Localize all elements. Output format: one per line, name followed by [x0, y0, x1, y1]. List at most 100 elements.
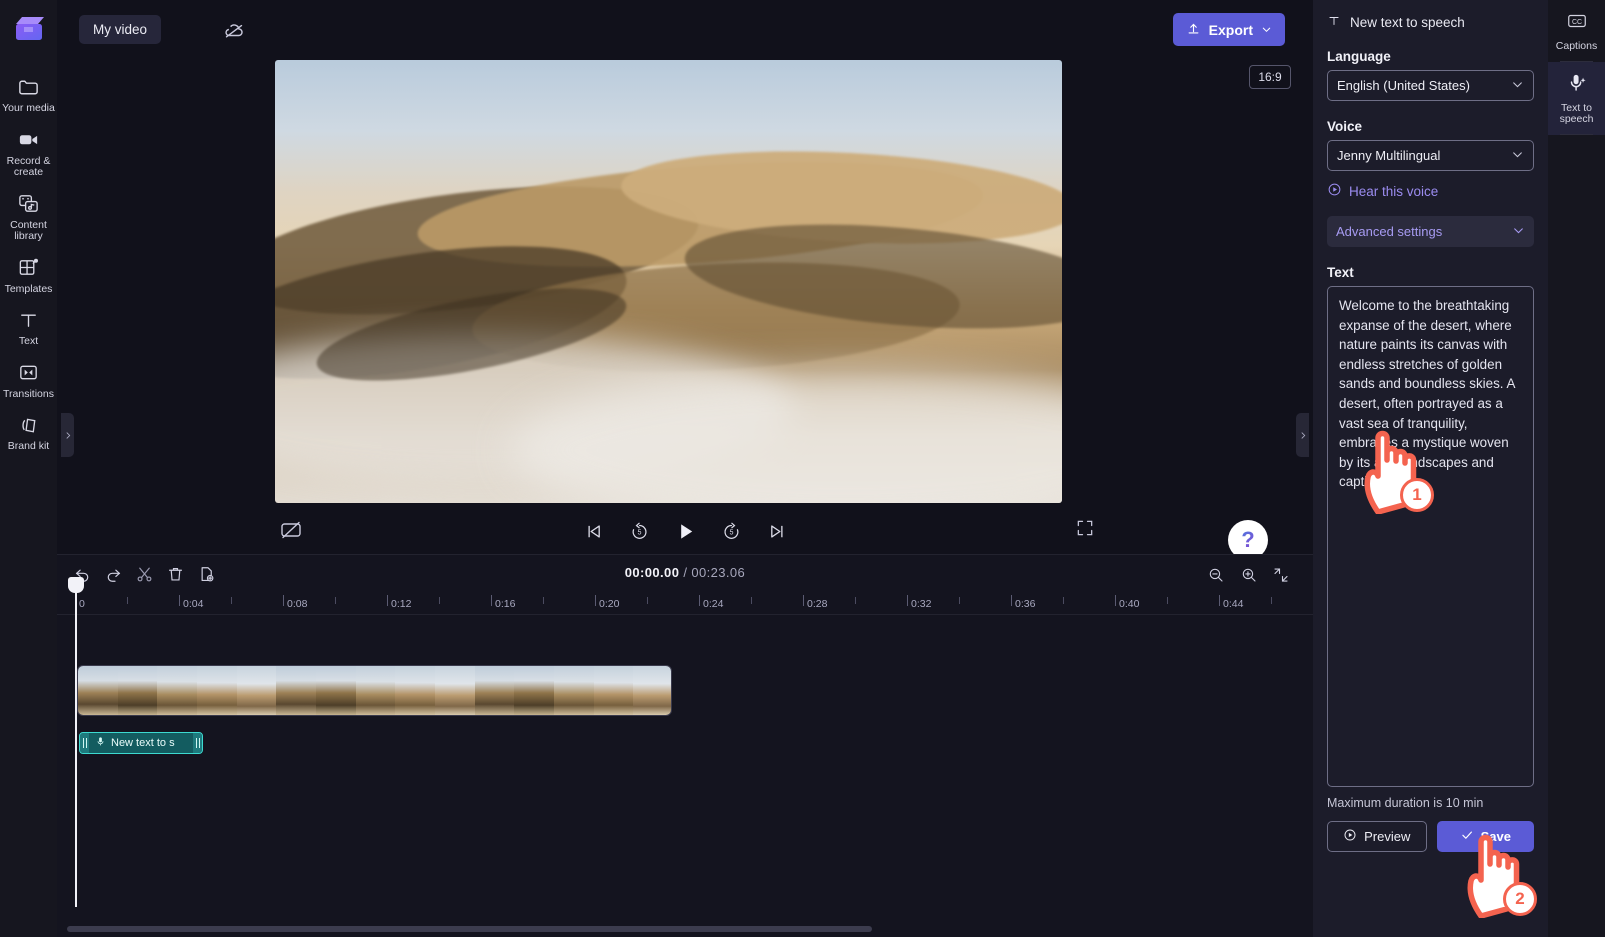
left-sidebar: Your media Record & create Content libra…	[0, 0, 57, 937]
ruler-tick	[491, 595, 492, 606]
right-sidebar: CC Captions Text to speech	[1548, 0, 1605, 937]
sidebar-item-label: Templates	[4, 282, 53, 295]
sidebar-item-captions[interactable]: CC Captions	[1548, 0, 1605, 62]
ruler-tick-minor	[647, 597, 648, 604]
play-button[interactable]	[672, 518, 698, 544]
time-readout: 00:00.00 / 00:23.06	[57, 565, 1313, 580]
ruler-tick	[387, 595, 388, 606]
cloud-off-icon[interactable]	[222, 18, 246, 42]
sidebar-item-transitions[interactable]: Transitions	[0, 354, 57, 407]
clip-thumbnail	[117, 666, 158, 715]
ruler-tick-label: 0:12	[391, 598, 412, 610]
top-toolbar: My video Export	[57, 0, 1313, 58]
zoom-in-button[interactable]	[1236, 562, 1261, 587]
sidebar-item-record-create[interactable]: Record & create	[0, 121, 57, 185]
right-panel-collapse-handle[interactable]	[1296, 413, 1309, 457]
upload-icon	[1186, 21, 1201, 39]
zoom-out-button[interactable]	[1203, 562, 1228, 587]
clip-thumbnail	[276, 666, 316, 715]
clipchamp-editor-window: Your media Record & create Content libra…	[0, 0, 1605, 937]
export-button[interactable]: Export	[1172, 13, 1285, 46]
content-library-icon	[17, 192, 41, 216]
duration-hint: Maximum duration is 10 min	[1327, 796, 1484, 810]
video-preview[interactable]	[275, 60, 1062, 503]
sidebar-item-label: Content library	[10, 218, 47, 242]
video-clip[interactable]	[77, 665, 672, 716]
clip-thumbnail	[514, 666, 554, 715]
transitions-icon	[17, 361, 41, 385]
clip-thumbnail	[474, 666, 515, 715]
clip-thumbnail	[196, 666, 237, 715]
clip-thumbnail	[236, 666, 277, 715]
left-panel-expand-handle[interactable]	[61, 413, 74, 457]
clapperboard-logo[interactable]	[11, 10, 47, 46]
text-input-area[interactable]: Welcome to the breathtaking expanse of t…	[1327, 286, 1534, 787]
timeline-horizontal-scrollbar[interactable]	[67, 926, 872, 932]
preview-button[interactable]: Preview	[1327, 821, 1427, 852]
ruler-tick	[1011, 595, 1012, 606]
svg-text:5: 5	[637, 528, 641, 536]
chevron-down-icon	[1261, 22, 1272, 38]
voice-select[interactable]: Jenny Multilingual	[1327, 140, 1534, 171]
brand-kit-icon	[17, 413, 41, 437]
fit-to-timeline-button[interactable]	[1268, 562, 1293, 587]
panel-title-text: New text to speech	[1350, 15, 1465, 30]
project-name-field[interactable]: My video	[79, 15, 162, 44]
skip-next-icon[interactable]	[764, 518, 790, 544]
cursor-annotation-2: 2	[1463, 828, 1537, 923]
sidebar-item-brand-kit[interactable]: Brand kit	[0, 406, 57, 459]
ruler-tick-minor	[855, 597, 856, 604]
ruler-tick-label: 0:44	[1223, 598, 1244, 610]
ruler-tick-minor	[751, 597, 752, 604]
panel-title: New text to speech	[1327, 0, 1534, 31]
sidebar-item-label: Text to speech	[1559, 101, 1594, 125]
playhead[interactable]	[68, 577, 84, 907]
aspect-ratio-badge[interactable]: 16:9	[1249, 65, 1291, 89]
sidebar-item-templates[interactable]: Templates	[0, 249, 57, 302]
ruler-tick-label: 0:40	[1119, 598, 1140, 610]
sidebar-item-label: Your media	[2, 102, 55, 114]
text-label: Text	[1327, 265, 1354, 280]
ruler-tick-minor	[231, 597, 232, 604]
play-circle-icon	[1327, 182, 1342, 200]
ruler-tick-label: 0:16	[495, 598, 516, 610]
forward-5-icon[interactable]: 5	[718, 518, 744, 544]
sidebar-item-label: Captions	[1555, 40, 1598, 52]
fullscreen-icon[interactable]	[1075, 518, 1101, 544]
clip-trim-handle-left[interactable]	[80, 733, 89, 753]
advanced-settings-toggle[interactable]: Advanced settings	[1327, 216, 1534, 247]
audio-clip-text-to-speech[interactable]: New text to s	[79, 732, 203, 754]
clip-thumbnail	[593, 666, 634, 715]
sidebar-item-your-media[interactable]: Your media	[0, 68, 57, 121]
clip-trim-handle-right[interactable]	[193, 733, 202, 753]
sidebar-item-content-library[interactable]: Content library	[0, 185, 57, 249]
skip-previous-icon[interactable]	[580, 518, 606, 544]
hear-this-voice-button[interactable]: Hear this voice	[1327, 182, 1534, 200]
ruler-tick-label: 0:04	[183, 598, 204, 610]
total-time: 00:23.06	[691, 565, 746, 580]
ruler-tick-label: 0	[79, 598, 85, 610]
clip-thumbnail	[434, 666, 475, 715]
folder-icon	[17, 75, 41, 99]
language-label: Language	[1327, 49, 1391, 64]
sidebar-item-label: Text	[18, 335, 39, 347]
clip-thumbnail	[355, 666, 396, 715]
ruler-tick	[179, 595, 180, 606]
question-mark-icon: ?	[1241, 527, 1255, 552]
timeline-ruler[interactable]: 0 0:04 0:08 0:12 0:16 0:20 0:24 0:28 0:32 0:36 0:4…	[57, 593, 1313, 615]
ruler-tick-minor	[1167, 597, 1168, 604]
text-to-speech-icon	[1566, 72, 1588, 99]
language-select[interactable]: English (United States)	[1327, 70, 1534, 101]
svg-text:CC: CC	[1571, 19, 1581, 26]
chevron-down-icon	[1512, 224, 1525, 240]
timeline-toolbar: 00:00.00 / 00:23.06	[57, 555, 1313, 593]
sidebar-item-text[interactable]: Text	[0, 301, 57, 354]
text-to-speech-icon	[95, 736, 106, 750]
clip-thumbnail	[633, 666, 671, 715]
ruler-tick-label: 0:32	[911, 598, 932, 610]
sidebar-item-text-to-speech[interactable]: Text to speech	[1548, 61, 1605, 135]
preview-label: Preview	[1364, 829, 1411, 844]
hear-this-voice-label: Hear this voice	[1349, 183, 1439, 199]
ruler-tick-minor	[439, 597, 440, 604]
rewind-5-icon[interactable]: 5	[626, 518, 652, 544]
